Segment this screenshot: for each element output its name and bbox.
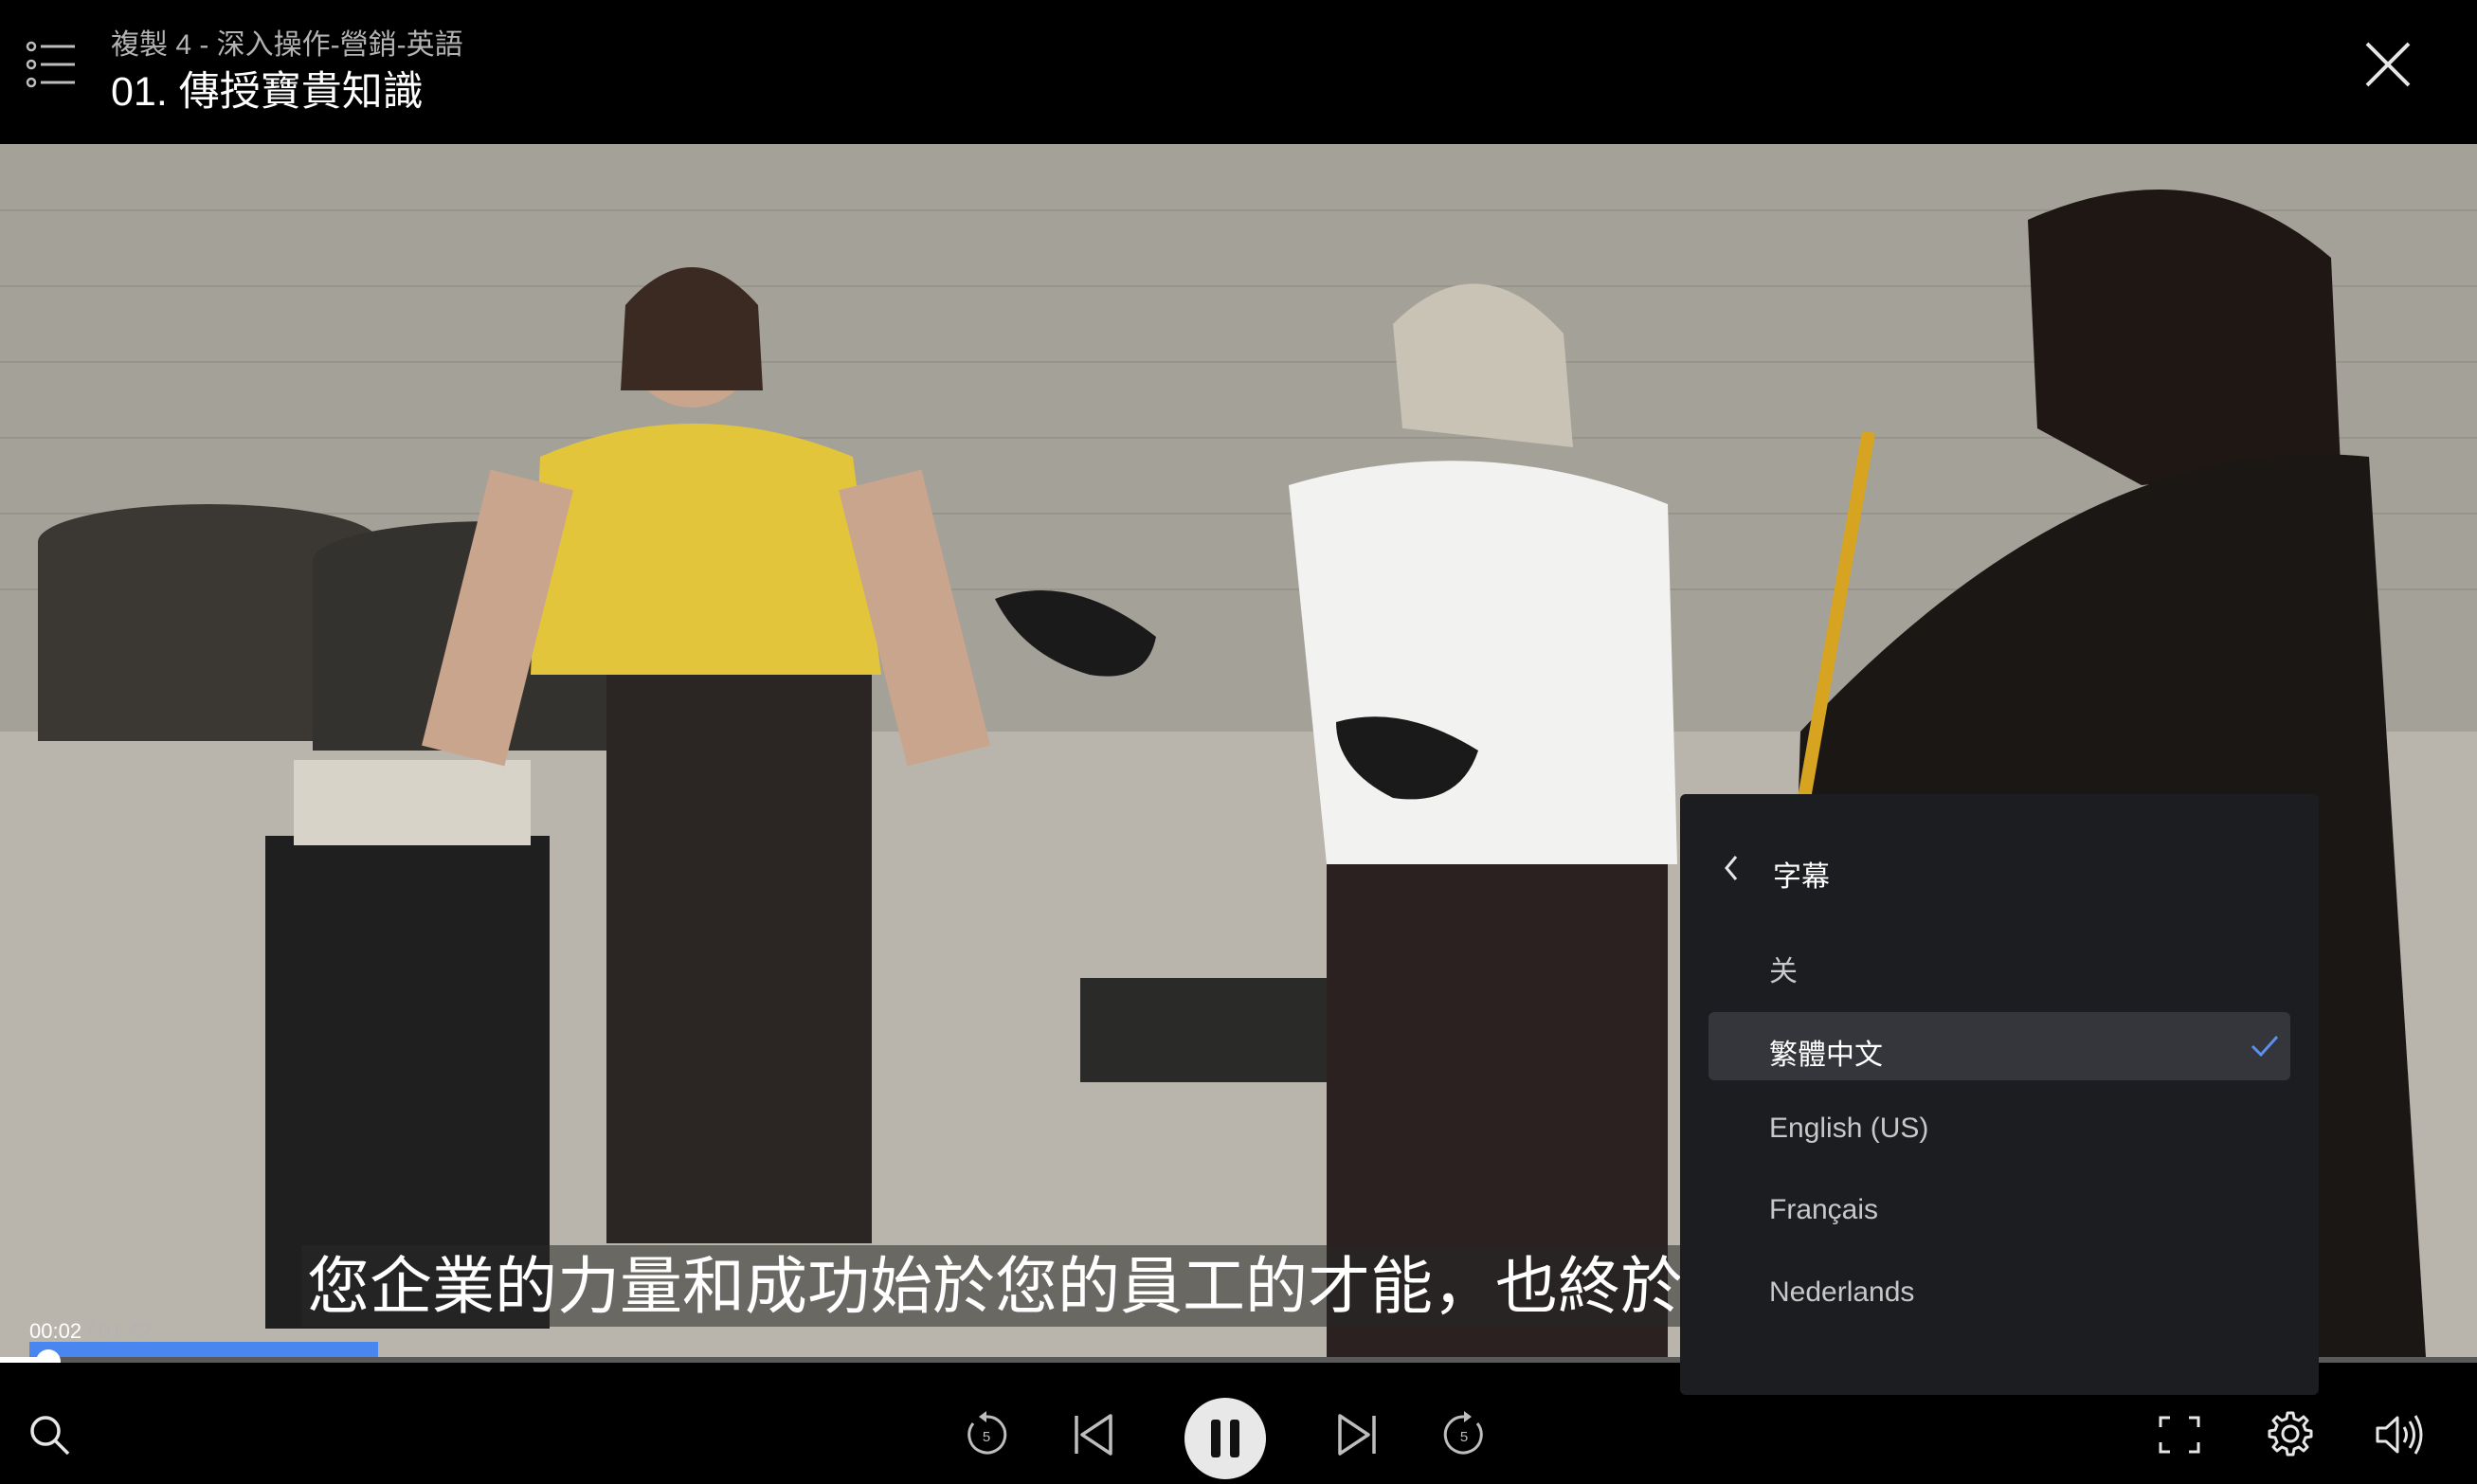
subtitle-option-off[interactable]: 关 — [1709, 929, 2290, 997]
subtitle-option-label: Nederlands — [1769, 1276, 1915, 1308]
subtitle-caption: 您企業的力量和成功始於您的員工的才能，也終於您 — [301, 1245, 1696, 1327]
forward-5-button[interactable]: 5 — [1439, 1410, 1489, 1459]
subtitle-menu: 字幕 关 繁體中文 English (US) Français Nederlan… — [1680, 794, 2319, 1395]
subtitle-option-label: 关 — [1769, 956, 1798, 987]
next-button[interactable] — [1334, 1412, 1380, 1457]
rewind-5-icon: 5 — [967, 1411, 1007, 1455]
top-bar: 複製 4 - 深入操作-營銷-英語 01. 傳授寶貴知識 — [0, 0, 2477, 144]
time-display: 00:02 / 01:42 — [29, 1319, 151, 1344]
previous-button[interactable] — [1071, 1412, 1116, 1457]
current-time: 00:02 — [29, 1319, 82, 1343]
chevron-left-icon — [1725, 856, 1738, 880]
list-menu-button[interactable] — [26, 38, 79, 91]
list-menu-icon — [26, 41, 75, 88]
rewind-5-button[interactable]: 5 — [962, 1410, 1011, 1459]
subtitle-option-en-us[interactable]: English (US) — [1709, 1094, 2290, 1162]
subtitle-option-label: 繁體中文 — [1769, 1040, 1883, 1071]
search-icon — [30, 1416, 70, 1456]
subtitle-menu-title: 字幕 — [1773, 861, 1830, 893]
check-icon — [2251, 1035, 2279, 1058]
close-button[interactable] — [2361, 38, 2414, 91]
forward-5-icon: 5 — [1443, 1411, 1483, 1455]
time-separator: / — [81, 1319, 99, 1343]
volume-icon — [2376, 1415, 2423, 1455]
next-icon — [1338, 1414, 1376, 1456]
search-button[interactable] — [27, 1412, 72, 1457]
volume-button[interactable] — [2375, 1412, 2426, 1457]
subtitle-option-fr[interactable]: Français — [1709, 1175, 2290, 1243]
settings-button[interactable] — [2267, 1410, 2314, 1457]
subtitle-menu-back[interactable]: 字幕 — [1680, 794, 2319, 893]
subtitle-option-zh-hant[interactable]: 繁體中文 — [1709, 1012, 2290, 1080]
subtitle-option-label: Français — [1769, 1194, 1879, 1225]
subtitle-option-nl[interactable]: Nederlands — [1709, 1258, 2290, 1326]
forward-5-label: 5 — [1460, 1429, 1468, 1445]
breadcrumb: 複製 4 - 深入操作-營銷-英語 — [111, 29, 463, 61]
pause-icon — [1184, 1398, 1266, 1479]
close-icon — [2365, 42, 2411, 87]
pause-button[interactable] — [1184, 1397, 1267, 1480]
rewind-5-label: 5 — [983, 1429, 990, 1445]
total-time: 01:42 — [99, 1319, 152, 1343]
settings-icon — [2268, 1411, 2313, 1457]
subtitle-option-label: English (US) — [1769, 1113, 1929, 1144]
fullscreen-button[interactable] — [2159, 1416, 2200, 1454]
previous-icon — [1075, 1414, 1112, 1456]
redaction-box — [29, 1342, 378, 1357]
fullscreen-icon — [2159, 1416, 2200, 1454]
page-title: 01. 傳授寶貴知識 — [111, 69, 424, 115]
